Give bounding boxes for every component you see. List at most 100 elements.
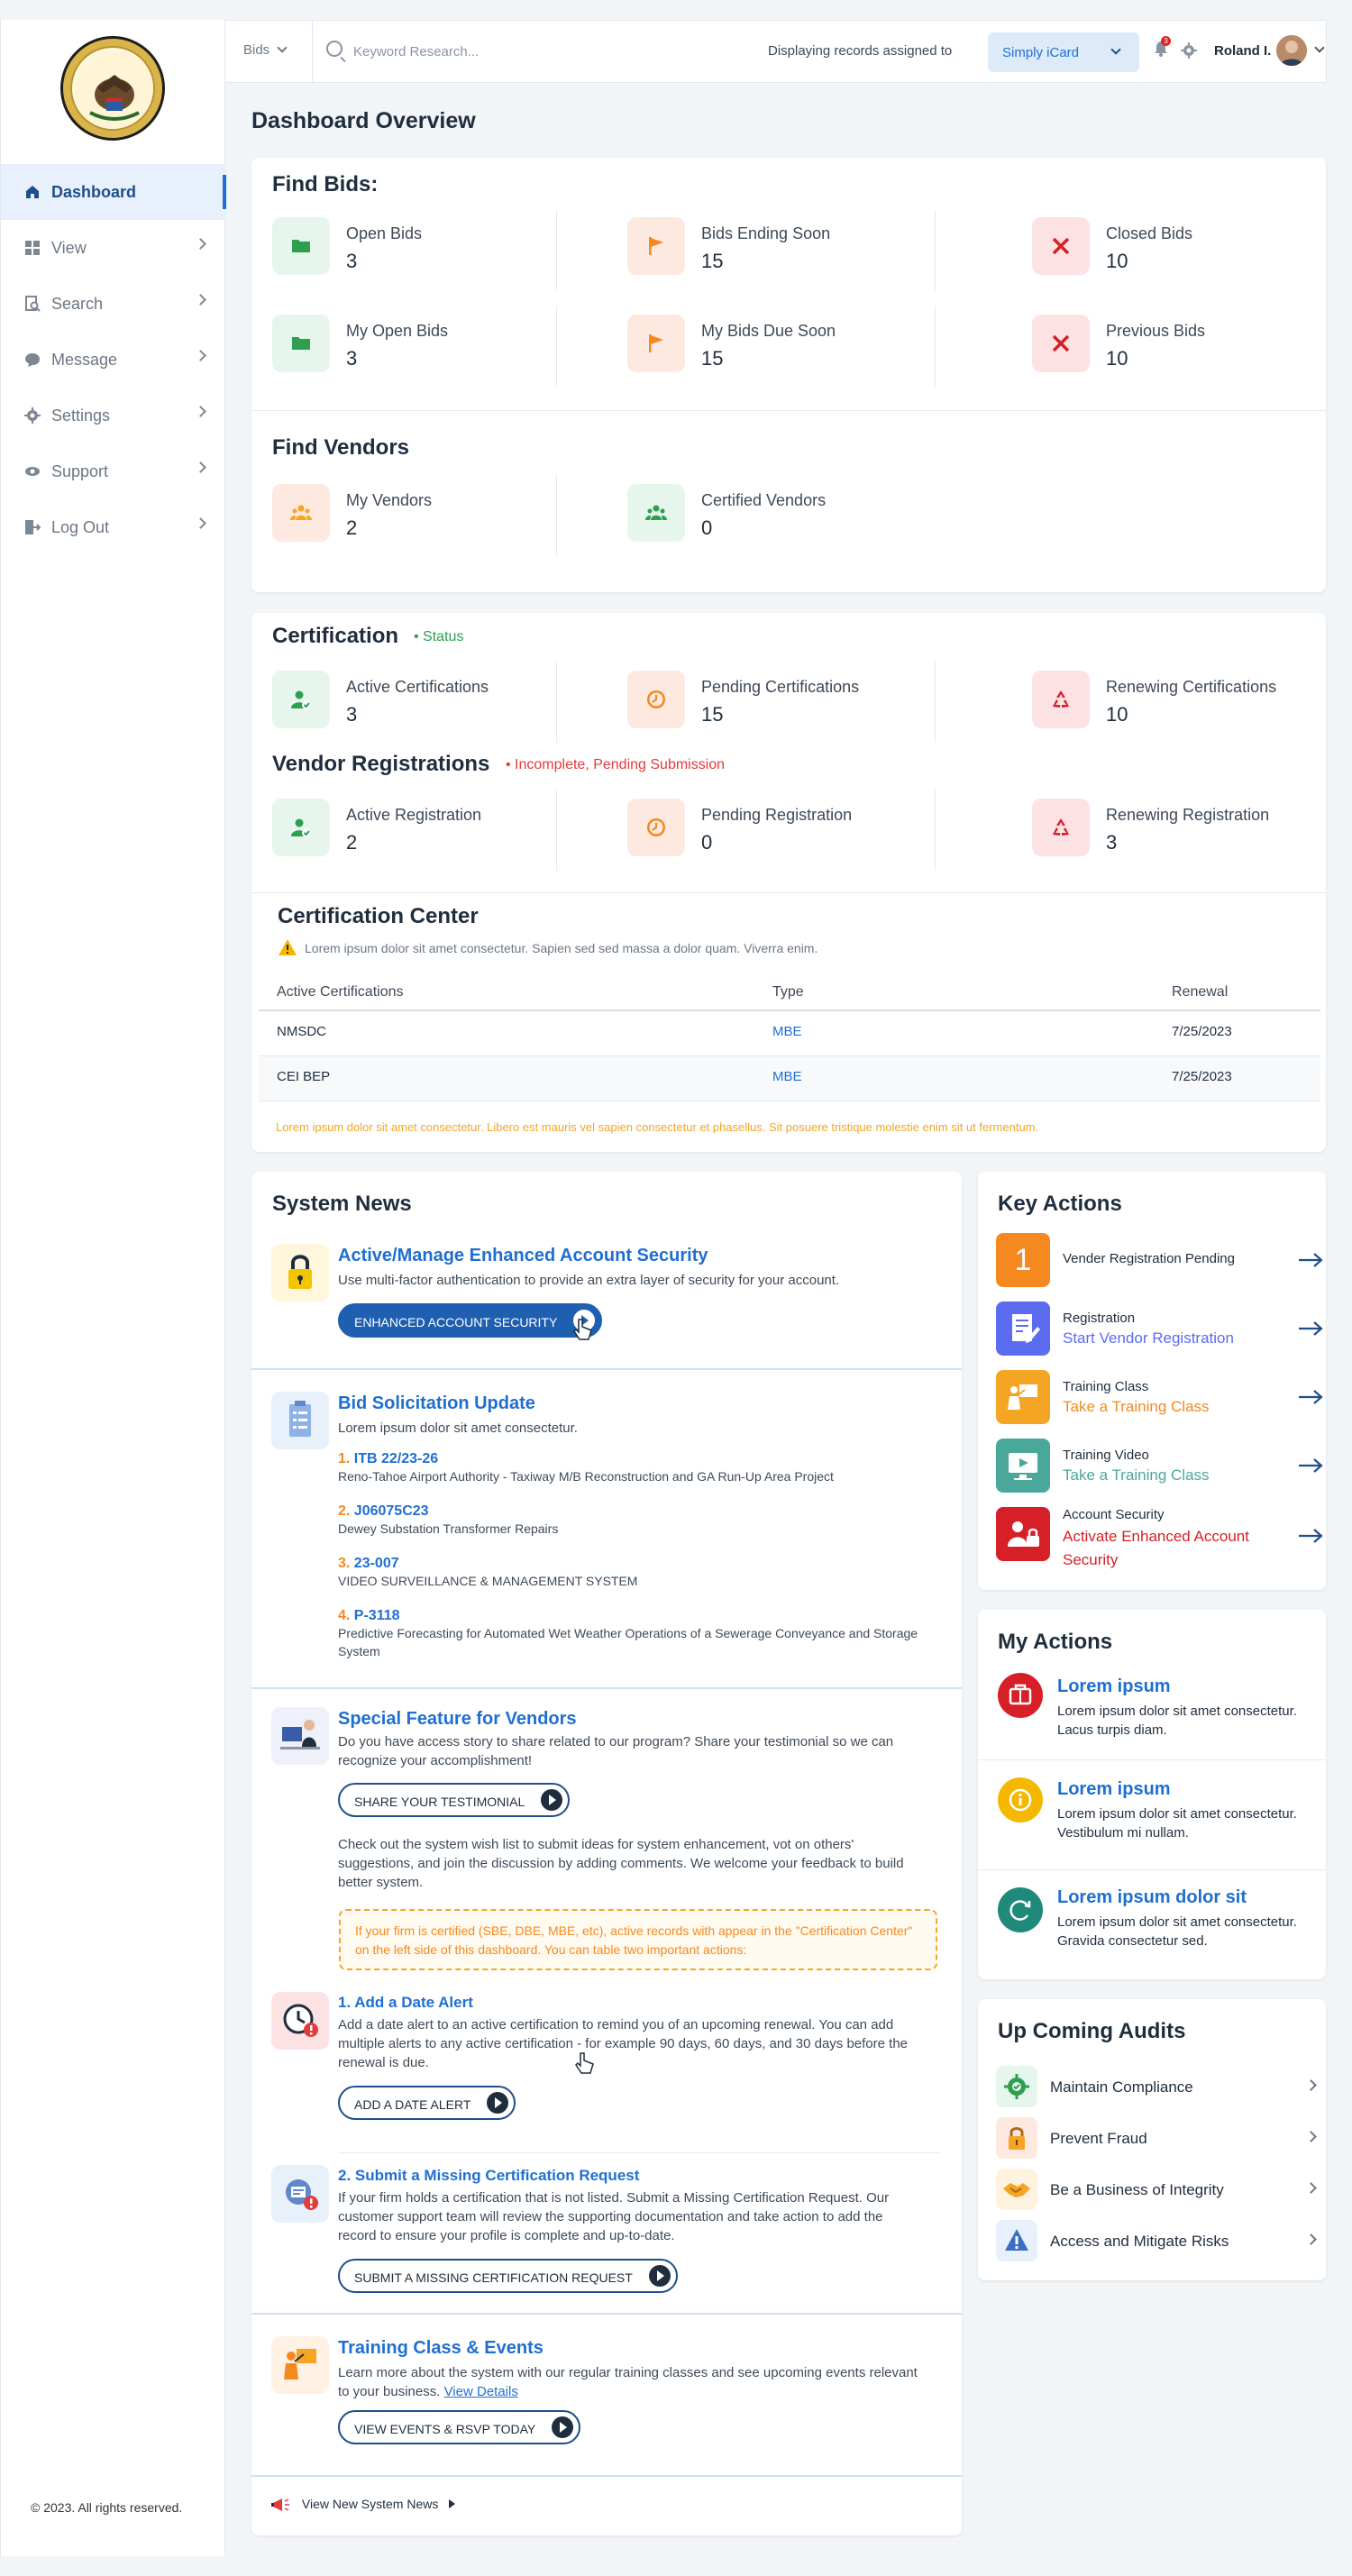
list-item[interactable]: 1. ITB 22/23-26 Reno-Tahoe Airport Author…	[338, 1451, 933, 1503]
key-action-registration-pending[interactable]: 1 Vender Registration Pending	[996, 1233, 1324, 1291]
news-title[interactable]: Special Feature for Vendors	[338, 1709, 577, 1730]
warning-icon	[996, 2220, 1037, 2261]
key-action-link[interactable]: Take a Training Class	[1063, 1466, 1210, 1484]
stat-my-bids-due-soon[interactable]: My Bids Due Soon 15	[627, 315, 898, 383]
list-item[interactable]: 3. 23-007 VIDEO SURVEILLANCE & MANAGEMENT…	[338, 1556, 933, 1608]
audits-title: Up Coming Audits	[998, 2019, 1186, 2043]
audit-item[interactable]: Access and Mitigate Risks	[996, 2220, 1320, 2261]
sidebar-item-logout[interactable]: Log Out	[1, 499, 226, 555]
grid-icon	[25, 241, 40, 255]
stat-pending-registration[interactable]: Pending Registration 0	[627, 799, 898, 867]
news-title[interactable]: Active/Manage Enhanced Account Security	[338, 1246, 708, 1266]
view-new-system-news[interactable]: View New System News	[271, 2497, 456, 2513]
stat-my-vendors[interactable]: My Vendors 2	[272, 484, 543, 553]
add-date-alert-button[interactable]: ADD A DATE ALERT	[338, 2086, 516, 2120]
my-action-title[interactable]: Lorem ipsum	[1057, 1676, 1171, 1697]
user-name[interactable]: Roland I.	[1214, 43, 1271, 59]
view-details-link[interactable]: View Details	[444, 2384, 518, 2399]
state-seal-logo[interactable]	[60, 36, 165, 141]
sidebar-item-support[interactable]: Support	[1, 443, 226, 499]
table-header: Active Certifications Type Renewal	[259, 975, 1320, 1011]
stat-pending-certifications[interactable]: Pending Certifications 15	[627, 671, 898, 739]
chevron-down-icon	[277, 42, 288, 53]
view-events-button[interactable]: VIEW EVENTS & RSVP TODAY	[338, 2410, 581, 2444]
my-action-item[interactable]: Lorem ipsum dolor sit Lorem ipsum dolor …	[978, 1884, 1328, 1983]
stat-value: 10	[1106, 347, 1128, 370]
button-label: ENHANCED ACCOUNT SECURITY	[354, 1315, 558, 1329]
home-icon	[26, 186, 39, 198]
user-check-icon	[272, 671, 330, 728]
sidebar-item-settings[interactable]: Settings	[1, 388, 226, 443]
share-testimonial-button[interactable]: SHARE YOUR TESTIMONIAL	[338, 1783, 571, 1817]
my-action-title[interactable]: Lorem ipsum	[1057, 1779, 1171, 1800]
key-action-label: Registration	[1063, 1311, 1136, 1326]
table-cell: 7/25/2023	[1172, 1024, 1232, 1039]
stat-my-open-bids[interactable]: My Open Bids 3	[272, 315, 543, 383]
key-action-link[interactable]: Start Vendor Registration	[1063, 1329, 1234, 1347]
arrow-right-icon	[1299, 1390, 1323, 1404]
vendor-person-icon	[271, 1707, 329, 1765]
gear-icon[interactable]	[1181, 42, 1197, 59]
stat-previous-bids[interactable]: Previous Bids 10	[1032, 315, 1302, 383]
sidebar-item-label: View	[51, 238, 87, 257]
audit-item[interactable]: Be a Business of Integrity	[996, 2169, 1320, 2210]
list-item[interactable]: 2. J06075C23 Dewey Substation Transformer…	[338, 1503, 933, 1556]
news-title[interactable]: Training Class & Events	[338, 2338, 544, 2359]
audit-item[interactable]: Maintain Compliance	[996, 2066, 1320, 2107]
key-action-registration[interactable]: Registration Start Vendor Registration	[996, 1302, 1324, 1359]
stat-active-certifications[interactable]: Active Certifications 3	[272, 671, 543, 739]
news-title[interactable]: 1. Add a Date Alert	[338, 1994, 473, 2012]
key-action-link[interactable]: Take a Training Class	[1063, 1398, 1210, 1416]
chevron-right-icon	[1305, 2131, 1317, 2142]
divider	[935, 306, 936, 387]
key-action-training-class[interactable]: Training Class Take a Training Class	[996, 1370, 1324, 1428]
news-title[interactable]: 2. Submit a Missing Certification Reques…	[338, 2167, 639, 2185]
key-action-training-video[interactable]: Training Video Take a Training Class	[996, 1439, 1324, 1496]
sidebar-item-search[interactable]: Search	[1, 276, 226, 332]
users-icon	[272, 484, 330, 542]
stat-label: Active Certifications	[346, 678, 489, 696]
sidebar-item-dashboard[interactable]: Dashboard	[1, 164, 226, 220]
audit-item[interactable]: Prevent Fraud	[996, 2117, 1320, 2159]
recycle-icon	[1032, 671, 1090, 728]
sidebar-item-view[interactable]: View	[1, 220, 226, 276]
list-item[interactable]: 4. P-3118 Predictive Forecasting for Auto…	[338, 1608, 933, 1666]
audit-label: Prevent Fraud	[1050, 2130, 1147, 2147]
stat-closed-bids[interactable]: Closed Bids 10	[1032, 217, 1302, 286]
table-row[interactable]: NMSDC MBE 7/25/2023	[259, 1011, 1320, 1056]
divider	[251, 1368, 962, 1370]
my-action-desc: Lorem ipsum dolor sit amet consectetur. …	[1057, 1914, 1297, 1949]
sidebar-item-message[interactable]: Message	[1, 332, 226, 388]
divider	[935, 790, 936, 871]
key-action-link[interactable]: Activate Enhanced Account Security	[1063, 1525, 1279, 1572]
avatar[interactable]	[1276, 35, 1307, 66]
stat-bids-ending-soon[interactable]: Bids Ending Soon 15	[627, 217, 898, 286]
org-select-value: Simply iCard	[1002, 45, 1080, 60]
bids-dropdown[interactable]: Bids	[243, 42, 288, 58]
my-action-item[interactable]: Lorem ipsum Lorem ipsum dolor sit amet c…	[978, 1774, 1328, 1873]
chevron-down-icon[interactable]	[1314, 42, 1325, 53]
stat-renewing-certifications[interactable]: Renewing Certifications 10	[1032, 671, 1320, 739]
stat-renewing-registration[interactable]: Renewing Registration 3	[1032, 799, 1320, 867]
table-row[interactable]: CEI BEP MBE 7/25/2023	[259, 1056, 1320, 1101]
table-cell[interactable]: MBE	[772, 1024, 802, 1039]
org-select[interactable]: Simply iCard	[988, 32, 1139, 72]
button-label: ADD A DATE ALERT	[354, 2097, 471, 2112]
stat-value: 15	[701, 703, 724, 726]
stat-label: Closed Bids	[1106, 224, 1193, 242]
stat-label: Certified Vendors	[701, 491, 827, 509]
audit-label: Be a Business of Integrity	[1050, 2181, 1224, 2198]
my-action-item[interactable]: Lorem ipsum Lorem ipsum dolor sit amet c…	[978, 1669, 1328, 1768]
stat-open-bids[interactable]: Open Bids 3	[272, 217, 543, 286]
key-action-account-security[interactable]: Account Security Activate Enhanced Accou…	[996, 1507, 1324, 1570]
stat-certified-vendors[interactable]: Certified Vendors 0	[627, 484, 898, 553]
stat-active-registration[interactable]: Active Registration 2	[272, 799, 543, 867]
search-input[interactable]	[353, 37, 624, 66]
submit-missing-cert-button[interactable]: SUBMIT A MISSING CERTIFICATION REQUEST	[338, 2259, 678, 2293]
enhanced-security-button[interactable]: ENHANCED ACCOUNT SECURITY	[338, 1303, 603, 1338]
news-title[interactable]: Bid Solicitation Update	[338, 1393, 535, 1414]
divider	[251, 892, 1326, 893]
top-bar: Bids Displaying records assigned to Simp…	[225, 20, 1327, 84]
my-action-title[interactable]: Lorem ipsum dolor sit	[1057, 1887, 1247, 1908]
table-cell[interactable]: MBE	[772, 1069, 802, 1084]
